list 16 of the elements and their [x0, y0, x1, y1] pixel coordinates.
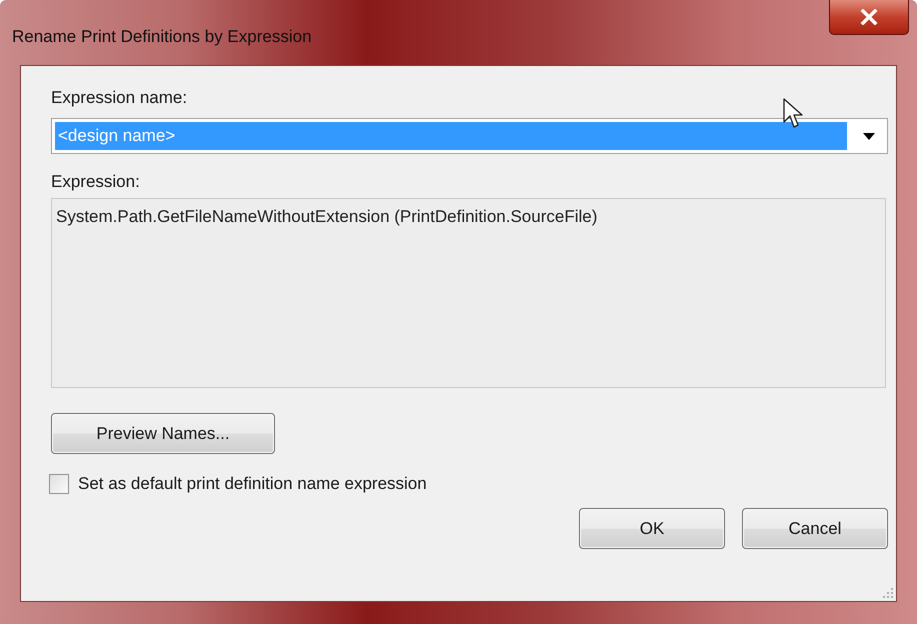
checkbox-label: Set as default print definition name expression: [78, 474, 427, 494]
close-button[interactable]: [829, 0, 909, 35]
field-label: Expression name:: [51, 88, 188, 108]
resize-grip-icon[interactable]: [883, 588, 894, 599]
close-icon: [860, 9, 878, 25]
expression-field[interactable]: System.Path.GetFileNameWithoutExtension (PrintDefinition.SourceFile): [51, 198, 886, 388]
cancel-button[interactable]: Cancel: [742, 508, 888, 549]
mouse-pointer-icon: [783, 98, 805, 130]
ok-button[interactable]: OK: [579, 508, 725, 549]
expression-text: System.Path.GetFileNameWithoutExtension (PrintDefinition.SourceFile): [56, 207, 598, 226]
caret-icon: [863, 132, 875, 140]
checkbox[interactable]: [49, 474, 69, 494]
preview-names-button[interactable]: Preview Names...: [51, 413, 275, 454]
window-title: Rename Print Definitions by Expression: [12, 26, 312, 46]
dropdown-value: <design name>: [55, 122, 847, 150]
field-label: Expression:: [51, 172, 140, 192]
